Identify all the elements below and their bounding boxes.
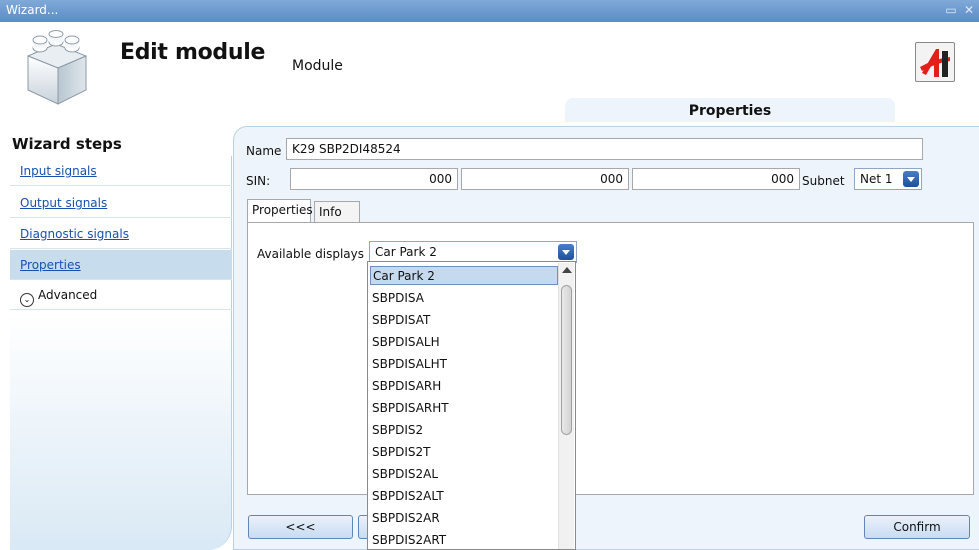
tab-info[interactable]: Info — [314, 201, 360, 223]
wizard-steps-title: Wizard steps — [12, 135, 122, 153]
chevron-down-icon[interactable] — [558, 244, 574, 260]
maximize-icon[interactable]: ▭ — [944, 3, 958, 17]
sidebar-item-properties[interactable]: Properties — [10, 250, 232, 280]
app-logo-icon — [920, 49, 950, 77]
dropdown-option[interactable]: SBPDIS2AR — [370, 509, 558, 528]
available-displays-select[interactable]: Car Park 2 — [369, 241, 577, 263]
sidebar-item-advanced[interactable]: ⌄ Advanced — [10, 280, 232, 310]
dropdown-option[interactable]: SBPDISALHT — [370, 355, 558, 374]
sidebar-item-diagnostic-signals[interactable]: Diagnostic signals — [10, 219, 232, 249]
page-subtitle: Module — [292, 58, 343, 74]
module-cube-icon — [26, 30, 88, 105]
sin-field-2[interactable]: 000 — [461, 168, 629, 190]
dropdown-option[interactable]: SBPDISA — [370, 289, 558, 308]
displays-dropdown-list[interactable]: Car Park 2 SBPDISA SBPDISAT SBPDISALH SB… — [367, 261, 576, 550]
wizard-steps-panel: Wizard steps Input signals Output signal… — [0, 122, 232, 550]
dropdown-option[interactable]: SBPDIS2T — [370, 443, 558, 462]
dropdown-option[interactable]: SBPDIS2ALT — [370, 487, 558, 506]
dropdown-option[interactable]: SBPDIS2AL — [370, 465, 558, 484]
properties-content: Available displays Car Park 2 — [247, 222, 974, 495]
properties-panel: Name K29 SBP2DI48524 SIN: 000 000 000 Su… — [233, 126, 979, 550]
name-label: Name — [246, 144, 282, 158]
sidebar-item-label: Advanced — [38, 288, 98, 302]
dropdown-option[interactable]: SBPDISAT — [370, 311, 558, 330]
sidebar-item-label[interactable]: Output signals — [20, 196, 107, 210]
dropdown-option[interactable]: SBPDIS2ART — [370, 531, 558, 550]
dropdown-option[interactable]: SBPDISARHT — [370, 399, 558, 418]
subnet-value: Net 1 — [860, 172, 893, 186]
sin-field-3[interactable]: 000 — [632, 168, 800, 190]
dropdown-option[interactable]: SBPDISALH — [370, 333, 558, 352]
chevron-down-icon[interactable]: ⌄ — [20, 293, 34, 307]
sidebar-item-output-signals[interactable]: Output signals — [10, 188, 232, 218]
name-field[interactable]: K29 SBP2DI48524 — [286, 138, 923, 160]
tab-properties[interactable]: Properties — [247, 199, 313, 222]
dropdown-option-selected[interactable]: Car Park 2 — [370, 266, 558, 285]
back-button[interactable]: <<< — [248, 515, 353, 539]
sidebar-item-label[interactable]: Input signals — [20, 164, 97, 178]
dropdown-option[interactable]: SBPDISARH — [370, 377, 558, 396]
app-logo-button[interactable] — [915, 42, 955, 82]
confirm-button[interactable]: Confirm — [864, 515, 970, 539]
window-title: Wizard... — [6, 3, 59, 17]
sin-field-1[interactable]: 000 — [290, 168, 458, 190]
dropdown-option[interactable]: SBPDIS2 — [370, 421, 558, 440]
sidebar-item-input-signals[interactable]: Input signals — [10, 156, 232, 186]
scrollbar-thumb[interactable] — [561, 285, 572, 435]
dropdown-scrollbar[interactable] — [558, 263, 574, 549]
sin-label: SIN: — [246, 174, 271, 188]
window-titlebar: Wizard... ▭ ✕ — [0, 0, 979, 22]
scroll-up-icon[interactable] — [562, 267, 572, 273]
page-title: Edit module — [120, 40, 266, 65]
wizard-header: Edit module Module Properties — [0, 22, 979, 122]
available-displays-label: Available displays — [257, 247, 364, 261]
header-properties-tab[interactable]: Properties — [565, 98, 895, 122]
subnet-label: Subnet — [802, 174, 845, 188]
sidebar-item-label[interactable]: Properties — [20, 258, 81, 272]
available-displays-value: Car Park 2 — [375, 245, 437, 259]
chevron-down-icon[interactable] — [903, 171, 919, 187]
sidebar-item-label[interactable]: Diagnostic signals — [20, 227, 129, 241]
close-icon[interactable]: ✕ — [962, 3, 976, 17]
subnet-select[interactable]: Net 1 — [854, 168, 922, 190]
